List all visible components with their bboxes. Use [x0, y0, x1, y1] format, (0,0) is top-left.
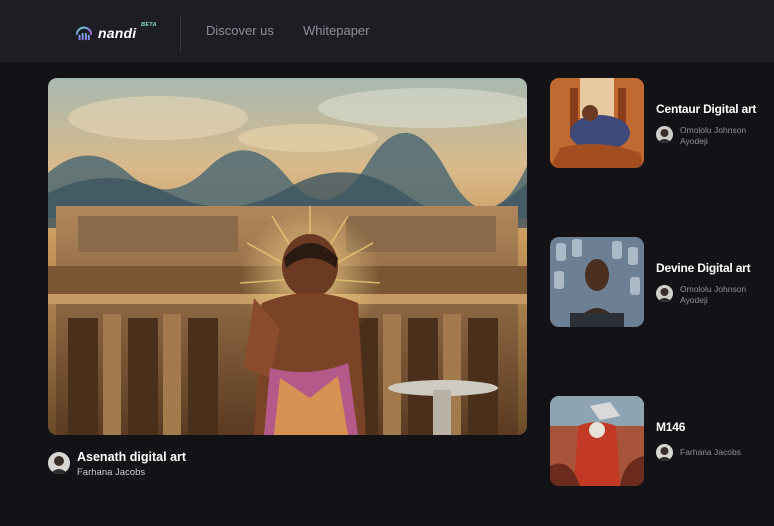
- artwork-title[interactable]: Centaur Digital art: [656, 102, 756, 116]
- featured-author-name[interactable]: Farhana Jacobs: [77, 467, 145, 478]
- author-name[interactable]: Farhana Jacobs: [680, 447, 772, 458]
- featured-artwork-image[interactable]: [48, 78, 527, 435]
- avatar-photo: [656, 285, 673, 302]
- avatar-photo: [48, 452, 70, 474]
- featured-author-avatar[interactable]: [48, 452, 70, 474]
- beta-badge: BETA: [141, 22, 157, 28]
- logo-wordmark: nandi: [98, 25, 137, 41]
- featured-artwork-title[interactable]: Asenath digital art: [77, 450, 186, 464]
- artwork-card[interactable]: Centaur Digital art Omololu Johnson Ayod…: [550, 78, 774, 170]
- author-avatar[interactable]: [656, 444, 673, 461]
- artwork-title[interactable]: Devine Digital art: [656, 261, 751, 275]
- artwork-thumbnail[interactable]: [550, 237, 644, 327]
- artwork-thumbnail[interactable]: [550, 78, 644, 168]
- author-name[interactable]: Omololu Johnson Ayodeji: [680, 284, 772, 306]
- avatar-photo: [656, 126, 673, 143]
- nav-divider: [180, 15, 181, 52]
- author-name[interactable]: Omololu Johnson Ayodeji: [680, 125, 772, 147]
- nandi-logo-icon: [75, 26, 93, 41]
- author-avatar[interactable]: [656, 285, 673, 302]
- nav-link-whitepaper[interactable]: Whitepaper: [303, 23, 369, 38]
- author-avatar[interactable]: [656, 126, 673, 143]
- top-navigation-bar: nandi BETA Discover us Whitepaper: [0, 0, 774, 62]
- artwork-thumbnail[interactable]: [550, 396, 644, 486]
- artwork-card[interactable]: M146 Farhana Jacobs: [550, 396, 774, 488]
- artwork-card[interactable]: Devine Digital art Omololu Johnson Ayode…: [550, 237, 774, 329]
- nandi-logo[interactable]: nandi BETA: [75, 22, 156, 42]
- nav-link-discover-us[interactable]: Discover us: [206, 23, 274, 38]
- artwork-title[interactable]: M146: [656, 420, 685, 434]
- avatar-photo: [656, 444, 673, 461]
